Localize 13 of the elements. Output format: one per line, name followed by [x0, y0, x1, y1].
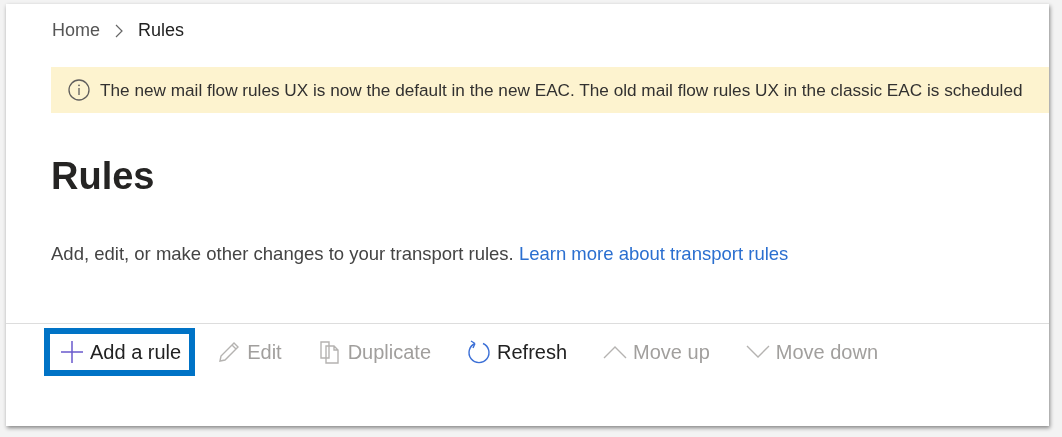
add-button[interactable]: Add a rule — [44, 328, 196, 376]
chevron-right-icon — [114, 23, 124, 38]
refresh-button[interactable]: Refresh — [451, 328, 582, 376]
breadcrumb-item[interactable]: Home — [52, 20, 100, 41]
plus-icon — [60, 340, 84, 364]
refresh-icon — [467, 340, 492, 364]
breadcrumb-item[interactable]: Rules — [138, 20, 185, 41]
info-icon — [68, 79, 90, 101]
learn-more-link[interactable]: Learn more about transport rules — [518, 243, 789, 264]
banner-message: The new mail flow rules UX is now the default in the new EAC. The old mail flow rules UX in the classic EAC is scheduled — [100, 79, 1023, 101]
page-title: Rules — [51, 155, 156, 198]
copy-icon — [317, 340, 342, 364]
description-text: Add, edit, or make other changes to your transport rules. Learn more about transport rules — [51, 243, 790, 265]
